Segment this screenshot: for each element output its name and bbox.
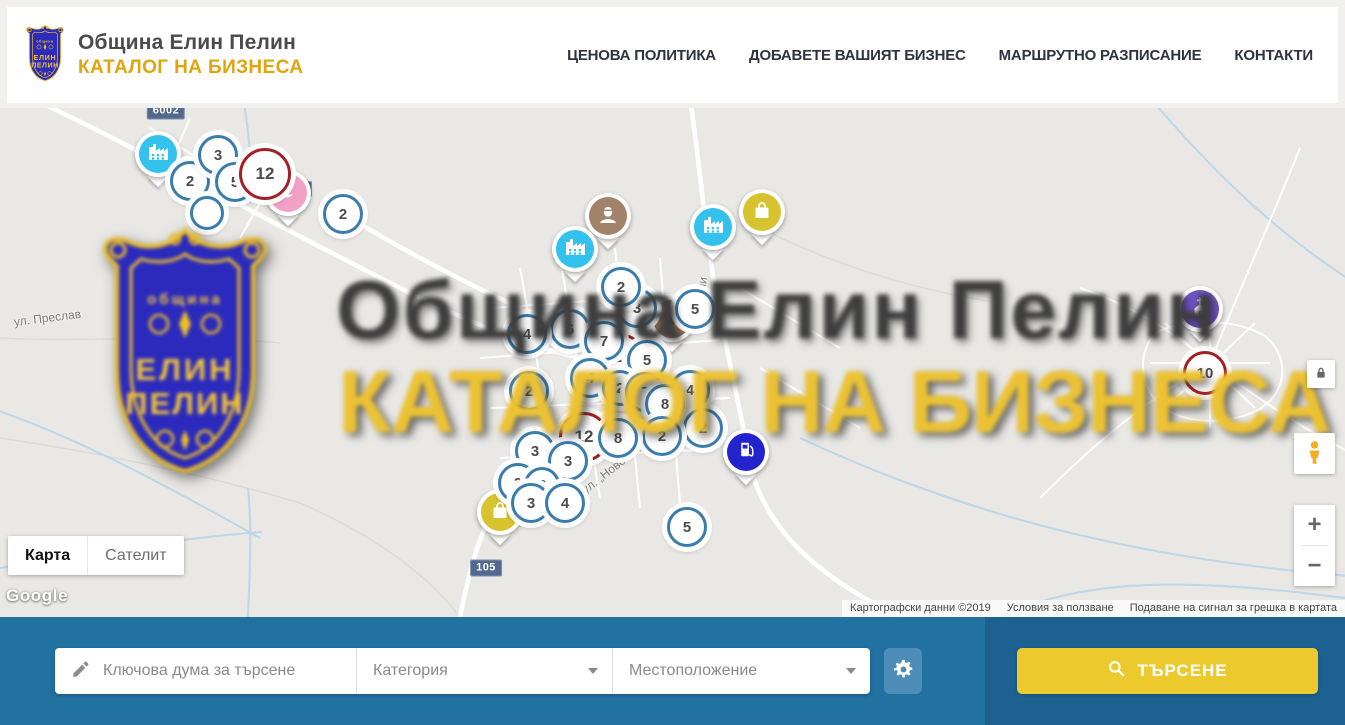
lock-button[interactable] — [1307, 360, 1335, 388]
road-number-chip: 105 — [470, 560, 502, 577]
location-select-value: Местоположение — [629, 662, 757, 680]
chevron-down-icon — [588, 668, 598, 674]
map-type-map-button[interactable]: Карта — [8, 536, 87, 575]
advanced-filters-gear-button[interactable] — [884, 648, 922, 694]
header: Община Елин Пелин КАТАЛОГ НА БИЗНЕСА ЦЕН… — [7, 7, 1338, 103]
category-select-value: Категория — [373, 662, 448, 680]
map-attribution: Картографски данни ©2019 Условия за полз… — [842, 600, 1345, 617]
cluster-marker[interactable]: 12 — [239, 148, 291, 200]
fuel-map-pin[interactable] — [723, 429, 769, 475]
nav-contacts[interactable]: КОНТАКТИ — [1234, 47, 1313, 64]
cluster-marker[interactable] — [190, 196, 224, 230]
cluster-marker[interactable]: 5 — [667, 507, 707, 547]
church-map-pin[interactable] — [1177, 286, 1223, 332]
terms-of-use-link[interactable]: Условия за ползване — [1007, 602, 1114, 614]
cluster-marker[interactable]: 4 — [507, 314, 547, 354]
factory-map-pin[interactable] — [552, 226, 598, 272]
zoom-in-button[interactable]: + — [1294, 505, 1335, 545]
attribution-copyright: Картографски данни ©2019 — [850, 602, 991, 614]
site-title: Община Елин Пелин — [78, 31, 303, 55]
site-subtitle: КАТАЛОГ НА БИЗНЕСА — [78, 57, 303, 79]
map-type-control: Карта Сателит — [8, 536, 184, 575]
map-type-satellite-button[interactable]: Сателит — [87, 536, 183, 575]
road-number-chip: 6002 — [147, 108, 185, 120]
google-logo[interactable]: Google — [6, 586, 68, 606]
factory-icon — [563, 235, 587, 264]
search-button[interactable]: ТЪРСЕНЕ — [1017, 648, 1318, 694]
street-view-pegman-button[interactable] — [1294, 433, 1335, 474]
cluster-marker[interactable]: 5 — [675, 289, 715, 329]
cluster-marker[interactable]: 10 — [1183, 351, 1227, 395]
search-icon — [1107, 659, 1126, 683]
municipality-crest-logo-icon — [22, 23, 68, 88]
nav-pricing-policy[interactable]: ЦЕНОВА ПОЛИТИКА — [567, 47, 716, 64]
keyword-input[interactable] — [103, 662, 344, 680]
location-select[interactable]: Местоположение — [612, 648, 870, 694]
factory-icon — [701, 213, 725, 242]
cluster-marker[interactable]: 2 — [323, 194, 363, 234]
bag-icon — [750, 198, 774, 227]
cluster-marker[interactable]: 2 — [509, 371, 549, 411]
nav-route-schedule[interactable]: МАРШРУТНО РАЗПИСАНИЕ — [999, 47, 1202, 64]
lock-icon — [1313, 365, 1329, 384]
bag-icon — [488, 498, 512, 527]
map-canvas[interactable]: 2351223256413754274822212833383451060021… — [0, 108, 1345, 617]
cluster-marker[interactable]: 2 — [683, 408, 723, 448]
search-bar: Категория Местоположение ТЪРСЕНЕ — [0, 617, 1345, 725]
cluster-marker[interactable]: 7 — [584, 321, 624, 361]
zoom-out-button[interactable]: − — [1294, 546, 1335, 586]
brand[interactable]: Община Елин Пелин КАТАЛОГ НА БИЗНЕСА — [7, 23, 303, 88]
search-button-label: ТЪРСЕНЕ — [1137, 661, 1227, 681]
cluster-marker[interactable]: 8 — [598, 418, 638, 458]
keyword-field[interactable] — [55, 648, 356, 694]
report-map-error-link[interactable]: Подаване на сигнал за грешка в картата — [1130, 602, 1337, 614]
gear-icon — [892, 658, 915, 684]
pencil-icon — [71, 659, 91, 684]
factory-map-pin[interactable] — [690, 204, 736, 250]
fuel-icon — [735, 438, 758, 466]
zoom-control: + − — [1294, 505, 1335, 586]
cluster-marker[interactable]: 2 — [601, 267, 641, 307]
chevron-down-icon — [846, 668, 856, 674]
search-fields: Категория Местоположение — [55, 648, 870, 694]
page: Община Елин Пелин КАТАЛОГ НА БИЗНЕСА ЦЕН… — [0, 0, 1345, 725]
worker-icon — [596, 202, 620, 231]
bag-map-pin[interactable] — [739, 189, 785, 235]
cluster-marker[interactable]: 4 — [545, 483, 585, 523]
church-icon — [1188, 295, 1212, 324]
nav-add-your-business[interactable]: ДОБАВЕТЕ ВАШИЯТ БИЗНЕС — [749, 47, 966, 64]
cluster-marker[interactable]: 2 — [642, 416, 682, 456]
category-select[interactable]: Категория — [356, 648, 612, 694]
factory-icon — [146, 140, 170, 169]
pegman-icon — [1301, 439, 1328, 469]
main-nav: ЦЕНОВА ПОЛИТИКА ДОБАВЕТЕ ВАШИЯТ БИЗНЕС М… — [567, 47, 1338, 64]
